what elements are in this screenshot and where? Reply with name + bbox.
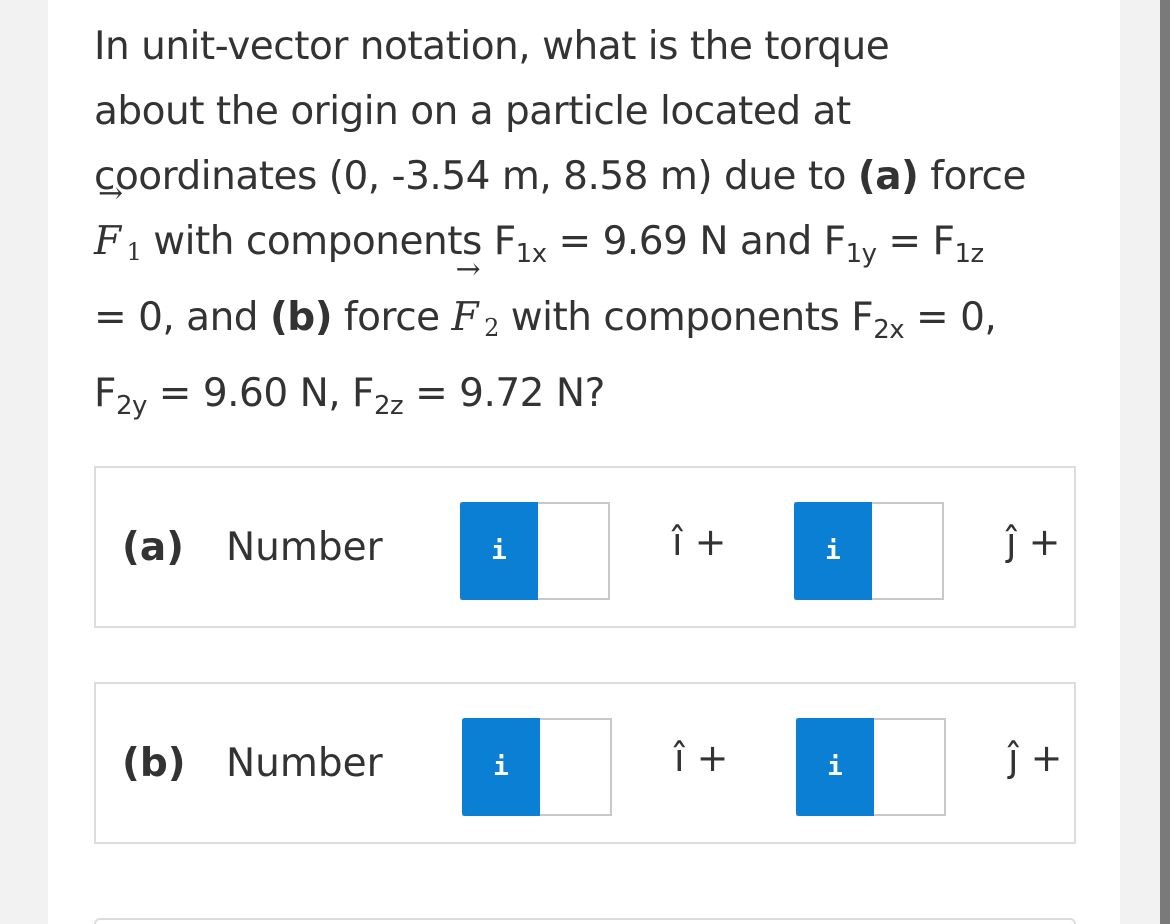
info-icon[interactable]: i — [794, 502, 872, 600]
force-index: 1 — [126, 238, 142, 266]
question-text-segment: = 0, and — [94, 295, 270, 340]
number-label: Number — [226, 741, 383, 786]
question-text-segment: force — [918, 154, 1026, 199]
subscript: 1z — [954, 239, 984, 269]
number-label: Number — [226, 525, 383, 570]
question-text-segment: = 9.69 N and F — [546, 219, 847, 264]
unit-j-plus: ĵ + — [1008, 736, 1063, 780]
vector-arrow: → — [98, 176, 123, 211]
question-line-1: In unit-vector notation, what is the tor… — [94, 24, 890, 69]
force-index: 2 — [484, 314, 499, 342]
subscript: 2y — [115, 391, 147, 421]
force-symbol: F — [451, 295, 479, 340]
info-icon[interactable]: i — [796, 718, 874, 816]
question-text-segment: = 0, — [904, 295, 997, 340]
question-text-segment: with components F — [498, 295, 874, 340]
force-1-vector: → F 1 — [94, 179, 142, 285]
question-text-segment: = 9.60 N, F — [146, 371, 375, 416]
info-icon[interactable]: i — [460, 502, 538, 600]
part-b-marker: (b) — [269, 295, 333, 340]
next-section-border — [94, 918, 1076, 924]
subscript: 2x — [873, 315, 905, 345]
question-text-segment: force — [332, 295, 452, 340]
answer-field-j[interactable]: i — [796, 718, 946, 816]
question-text-segment: = 9.72 N? — [403, 371, 605, 416]
question-line-2: about the origin on a particle located a… — [94, 89, 851, 134]
part-label: (b) — [122, 741, 186, 786]
part-label: (a) — [122, 525, 184, 570]
unit-i-plus: î + — [674, 736, 729, 780]
question-line-5: = 0, and (b) force → F 2 with components F… — [94, 255, 1094, 361]
answer-input[interactable] — [874, 504, 944, 600]
answer-field-j[interactable]: i — [794, 502, 944, 600]
subscript: 1x — [515, 239, 547, 269]
question-line-4: → F 1 with components F1x = 9.69 N and F1y… — [94, 179, 1094, 285]
question-line-3: coordinates (0, -3.54 m, 8.58 m) due to … — [94, 144, 1094, 209]
answer-input[interactable] — [542, 720, 612, 816]
unit-i-plus: î + — [672, 520, 727, 564]
scrollbar-edge[interactable] — [1160, 0, 1170, 924]
answer-field-i[interactable]: i — [460, 502, 610, 600]
question-text: In unit-vector notation, what is the tor… — [94, 14, 1094, 426]
answer-part-b: (b) Number i î + i ĵ + — [94, 682, 1076, 844]
question-text-segment: coordinates (0, -3.54 m, 8.58 m) due to — [94, 154, 858, 199]
answer-field-i[interactable]: i — [462, 718, 612, 816]
subscript: 2z — [373, 391, 404, 421]
force-symbol: F — [94, 219, 121, 264]
unit-j-plus: ĵ + — [1006, 520, 1061, 564]
info-icon[interactable]: i — [462, 718, 540, 816]
question-text-segment: = F — [876, 219, 955, 264]
force-2-vector: → F 2 — [451, 255, 500, 361]
answer-input[interactable] — [540, 504, 610, 600]
answer-part-a: (a) Number i î + i ĵ + — [94, 466, 1076, 628]
answer-input[interactable] — [876, 720, 946, 816]
part-a-marker: (a) — [857, 154, 919, 199]
question-text-segment: F — [94, 371, 116, 416]
question-line-6: F2y = 9.60 N, F2z = 9.72 N? — [94, 361, 1094, 426]
subscript: 1y — [845, 239, 877, 269]
vector-arrow: → — [455, 252, 481, 287]
